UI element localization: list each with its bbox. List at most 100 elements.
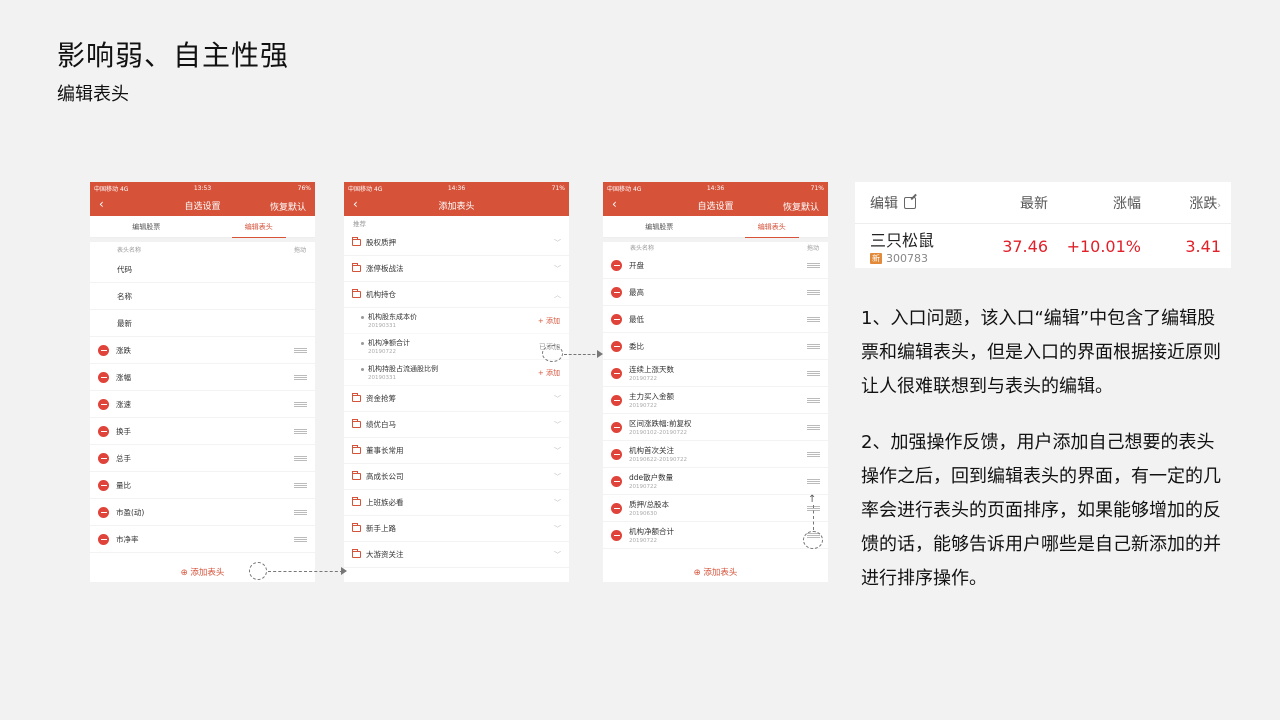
- category-item[interactable]: 上班族必看 ﹀: [344, 490, 569, 516]
- battery-label: 71%: [810, 184, 824, 192]
- item-label: 总手: [116, 453, 131, 463]
- category-item[interactable]: 涨停板战法 ﹀: [344, 256, 569, 282]
- column-latest[interactable]: 最新: [990, 193, 1048, 213]
- sub-item: 机构持股占流通股比例 20190331 + 添加: [344, 360, 569, 386]
- tab-edit-stocks[interactable]: 编辑股票: [90, 216, 203, 237]
- drag-handle-icon[interactable]: [807, 451, 820, 457]
- tab-bar: 编辑股票 编辑表头: [90, 216, 315, 238]
- tab-bar: 编辑股票 编辑表头: [603, 216, 828, 238]
- item-label: 连续上涨天数 20190722: [629, 364, 807, 382]
- category-item[interactable]: 大游资关注 ﹀: [344, 542, 569, 568]
- drag-handle-icon[interactable]: [807, 370, 820, 376]
- tab-edit-stocks[interactable]: 编辑股票: [603, 216, 716, 237]
- remove-icon[interactable]: [611, 367, 622, 379]
- remove-icon[interactable]: [98, 344, 109, 356]
- remove-icon[interactable]: [98, 506, 109, 518]
- phone-edit-header-screen: 中国移动 4G 13:53 76% ‹ 自选设置 恢复默认 编辑股票 编辑表头 …: [90, 182, 315, 582]
- drag-handle-icon[interactable]: [294, 536, 307, 542]
- remove-icon[interactable]: [611, 502, 622, 514]
- remove-icon[interactable]: [611, 421, 622, 433]
- drag-handle-icon[interactable]: [294, 482, 307, 488]
- item-date: 20190622-20190722: [629, 457, 687, 463]
- edit-entry[interactable]: 编辑: [870, 193, 990, 213]
- clock: 13:53: [193, 184, 212, 192]
- category-label: 上班族必看: [366, 498, 404, 507]
- tab-edit-headers[interactable]: 编辑表头: [203, 216, 316, 237]
- drag-handle-icon[interactable]: [807, 289, 820, 295]
- category-item[interactable]: 新手上路 ﹀: [344, 516, 569, 542]
- drag-handle-icon[interactable]: [294, 347, 307, 353]
- remove-icon[interactable]: [611, 475, 622, 487]
- flow-arrow-line: [268, 571, 343, 572]
- sub-item-date: 20190331: [368, 323, 396, 329]
- remove-icon[interactable]: [98, 452, 109, 464]
- list-item: 区间涨跌幅:前复权 20190102-20190722: [603, 414, 828, 441]
- highlight-circle: [803, 531, 823, 549]
- restore-default-button[interactable]: 恢复默认: [270, 200, 306, 213]
- column-header: 表头名称 拖动: [603, 242, 828, 252]
- drag-handle-icon[interactable]: [294, 455, 307, 461]
- category-item[interactable]: 高成长公司 ﹀: [344, 464, 569, 490]
- list-item: 涨跌: [90, 337, 315, 364]
- remove-icon[interactable]: [98, 371, 109, 383]
- add-header-button[interactable]: ⊕ 添加表头: [90, 566, 315, 578]
- chevron-down-icon: ﹀: [554, 420, 561, 429]
- folder-icon: [352, 471, 361, 480]
- category-label: 涨停板战法: [366, 264, 404, 273]
- stock-quote-card: 编辑 最新 涨幅 涨跌› 三只松鼠 新 300783 37.46 +10.01% …: [855, 182, 1231, 268]
- carrier-label: 中国移动 4G: [94, 185, 129, 193]
- note-1: 1、入口问题，该入口“编辑”中包含了编辑股票和编辑表头，但是入口的界面根据接近原…: [861, 308, 1221, 397]
- drag-handle-icon[interactable]: [294, 401, 307, 407]
- remove-icon[interactable]: [98, 425, 109, 437]
- column-drag-label: 拖动: [806, 244, 819, 252]
- remove-icon[interactable]: [98, 479, 109, 491]
- remove-icon[interactable]: [611, 340, 622, 352]
- add-button[interactable]: + 添加: [538, 368, 560, 378]
- drag-handle-icon[interactable]: [807, 478, 820, 484]
- item-label: 最高: [629, 287, 807, 298]
- remove-icon[interactable]: [611, 286, 622, 298]
- tab-edit-headers[interactable]: 编辑表头: [716, 216, 829, 237]
- drag-handle-icon[interactable]: [294, 374, 307, 380]
- category-item[interactable]: 机构持仓 ︿: [344, 282, 569, 308]
- remove-icon[interactable]: [611, 313, 622, 325]
- column-change[interactable]: 涨跌›: [1141, 193, 1221, 213]
- chevron-down-icon: ﹀: [554, 524, 561, 533]
- category-item[interactable]: 股权质押 ﹀: [344, 230, 569, 256]
- drag-handle-icon[interactable]: [807, 262, 820, 268]
- item-name: 最高: [629, 287, 644, 297]
- category-item[interactable]: 绩优白马 ﹀: [344, 412, 569, 438]
- drag-handle-icon[interactable]: [294, 509, 307, 515]
- slide-title: 影响弱、自主性强: [57, 39, 290, 72]
- highlight-circle: [249, 562, 267, 580]
- stock-identity: 三只松鼠 新 300783: [870, 227, 990, 265]
- back-chevron-icon[interactable]: ‹: [353, 197, 358, 211]
- drag-handle-icon[interactable]: [807, 397, 820, 403]
- remove-icon[interactable]: [611, 259, 622, 271]
- folder-icon: [352, 445, 361, 454]
- remove-icon[interactable]: [611, 448, 622, 460]
- back-chevron-icon[interactable]: ‹: [612, 197, 617, 211]
- bullet-icon: [361, 368, 364, 371]
- drag-handle-icon[interactable]: [807, 424, 820, 430]
- column-change-pct[interactable]: 涨幅: [1048, 193, 1141, 213]
- remove-icon[interactable]: [611, 529, 622, 541]
- add-header-button[interactable]: ⊕ 添加表头: [603, 566, 828, 578]
- category-item[interactable]: 资金抢筹 ﹀: [344, 386, 569, 412]
- restore-default-button[interactable]: 恢复默认: [783, 200, 819, 213]
- drag-handle-icon[interactable]: [807, 343, 820, 349]
- back-chevron-icon[interactable]: ‹: [99, 197, 104, 211]
- sub-item: 机构股东成本价 20190331 + 添加: [344, 308, 569, 334]
- sub-item-date: 20190331: [368, 375, 396, 381]
- column-change-label: 涨跌: [1189, 195, 1218, 212]
- stock-row[interactable]: 三只松鼠 新 300783 37.46 +10.01% 3.41: [855, 224, 1231, 268]
- drag-handle-icon[interactable]: [294, 428, 307, 434]
- category-item[interactable]: 董事长常用 ﹀: [344, 438, 569, 464]
- add-button[interactable]: + 添加: [538, 316, 560, 326]
- remove-icon[interactable]: [98, 533, 109, 545]
- remove-icon[interactable]: [611, 394, 622, 406]
- remove-icon[interactable]: [98, 398, 109, 410]
- drag-handle-icon[interactable]: [807, 316, 820, 322]
- column-drag-label: 拖动: [293, 246, 306, 254]
- clock: 14:36: [447, 184, 466, 192]
